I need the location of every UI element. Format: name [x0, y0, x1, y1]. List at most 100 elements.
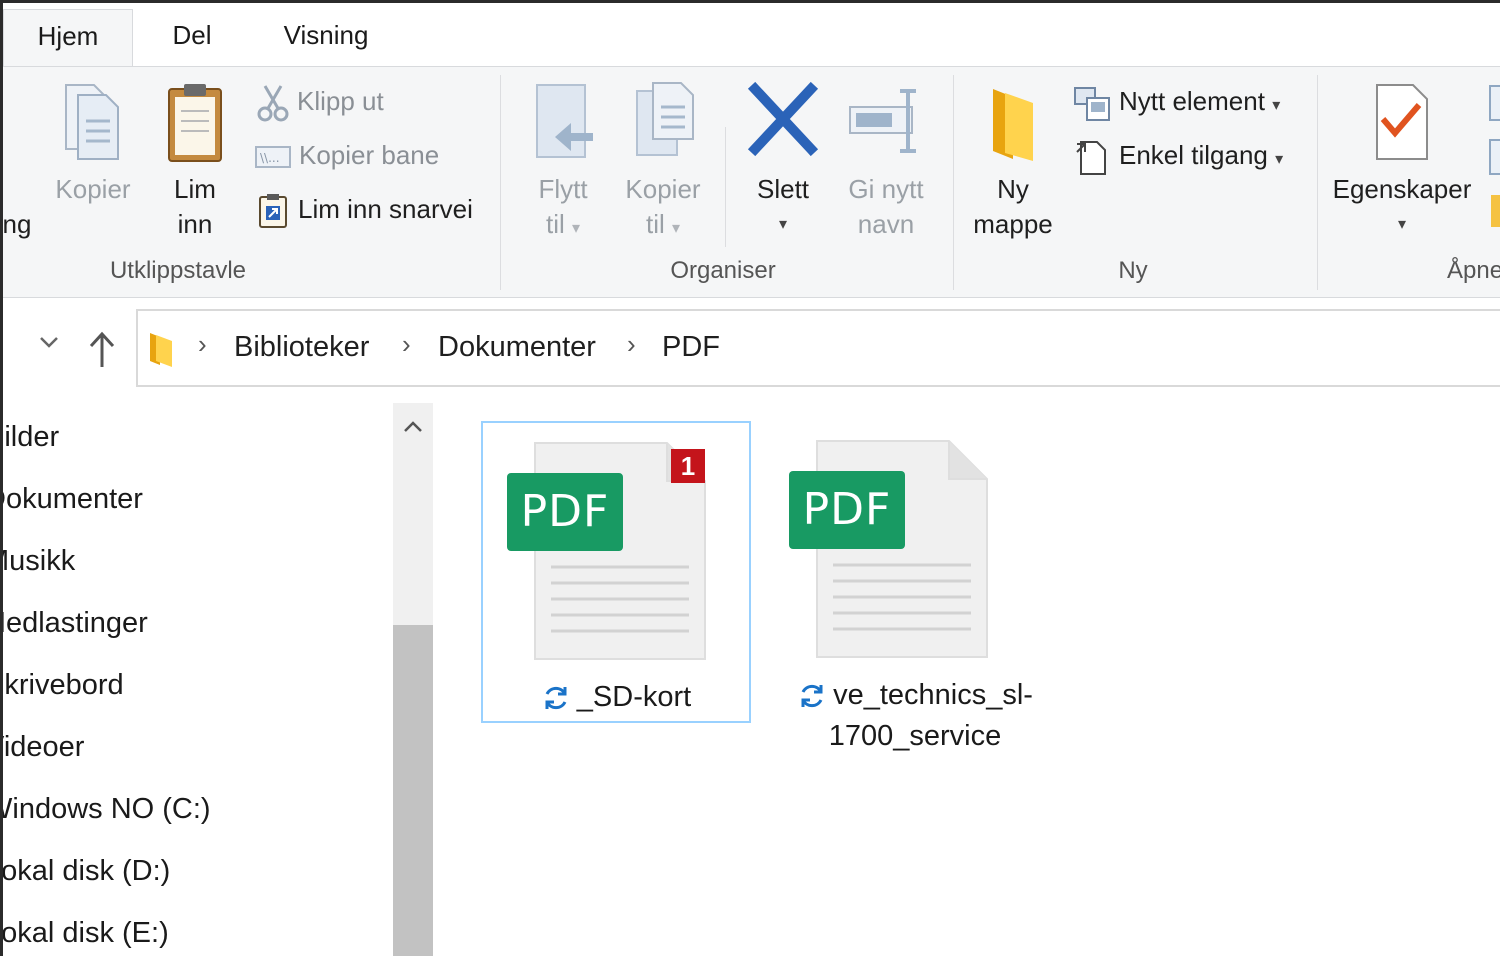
chevron-down-icon: ▾: [1272, 97, 1281, 114]
sidebar-item-drive-c[interactable]: Windows NO (C:): [3, 793, 211, 826]
tab-share[interactable]: Del: [151, 9, 233, 67]
scrollbar-thumb[interactable]: [393, 625, 433, 956]
group-divider: [953, 75, 954, 290]
copy-to-label-text: til: [645, 209, 665, 239]
rename-icon: [849, 89, 916, 153]
file-list-view: PDF 1 _SD-kort PDF ve_technics_sl- 1700_…: [435, 401, 1500, 956]
move-to-label-line1: Flytt: [538, 174, 588, 204]
move-to-icon: [536, 84, 593, 158]
rename-button[interactable]: Gi nytt navn: [838, 79, 934, 242]
chevron-down-icon: ▾: [671, 220, 681, 237]
delete-button[interactable]: Slett ▾: [743, 79, 823, 242]
paste-shortcut-label: Lim inn snarvei: [298, 194, 473, 224]
move-to-label-line2: til ▾: [523, 207, 603, 246]
new-folder-label-line1: Ny: [997, 174, 1029, 204]
sync-icon: [801, 685, 823, 708]
edit-icon[interactable]: [1489, 139, 1500, 175]
tab-view[interactable]: Visning: [265, 9, 387, 67]
breadcrumb-pdf[interactable]: PDF: [662, 331, 720, 364]
pdf-file-badge: PDF: [507, 473, 623, 551]
pin-button-partial[interactable]: ng: [2, 207, 37, 242]
properties-label: Egenskaper: [1332, 174, 1472, 204]
open-icon[interactable]: [1489, 85, 1500, 121]
paste-shortcut-button[interactable]: Lim inn snarvei: [258, 191, 473, 229]
move-to-label-text: til: [545, 209, 565, 239]
file-name-text-line1: ve_technics_sl-: [833, 679, 1033, 711]
file-name: _SD-kort: [483, 677, 749, 718]
up-button[interactable]: [87, 329, 117, 374]
ribbon: ng Kopier Lim inn Klipp ut \\... Kopier …: [3, 66, 1500, 298]
sidebar-item-desktop[interactable]: Skrivebord: [3, 669, 124, 702]
new-folder-button[interactable]: Ny mappe: [963, 79, 1063, 242]
new-group-label: Ny: [1118, 257, 1148, 284]
cut-button[interactable]: Klipp ut: [257, 83, 384, 122]
breadcrumb-libraries[interactable]: Biblioteker: [234, 331, 369, 364]
sidebar-item-drive-e[interactable]: Lokal disk (E:): [3, 917, 169, 950]
clipboard-icon: [168, 84, 222, 162]
tab-home[interactable]: Hjem: [3, 9, 133, 67]
easy-access-label: Enkel tilgang: [1119, 140, 1268, 170]
file-name-text: _SD-kort: [576, 681, 692, 713]
breadcrumb-separator: ›: [402, 329, 411, 359]
history-icon[interactable]: [1491, 195, 1500, 227]
organize-group-label: Organiser: [670, 257, 776, 284]
copy-to-icon: [636, 82, 694, 156]
paste-button[interactable]: Lim inn: [155, 79, 235, 242]
chevron-down-icon: [40, 337, 58, 348]
properties-check-icon: [1376, 84, 1428, 160]
sidebar-scrollbar[interactable]: [393, 403, 433, 956]
chevron-down-icon: ▾: [1275, 151, 1284, 168]
rename-label-line1: Gi nytt: [848, 174, 924, 204]
properties-button[interactable]: Egenskaper ▾: [1327, 79, 1477, 242]
recent-locations-button[interactable]: [37, 333, 61, 356]
breadcrumb-separator: ›: [198, 329, 207, 359]
file-item[interactable]: PDF ve_technics_sl- 1700_service: [765, 421, 1065, 781]
copy-to-label-line2: til ▾: [618, 207, 708, 246]
file-item[interactable]: PDF 1 _SD-kort: [481, 421, 751, 723]
file-explorer-window: Hjem Del Visning ng Kopier Lim inn Klipp…: [0, 0, 1500, 956]
new-item-label: Nytt element: [1119, 86, 1265, 116]
cut-label: Klipp ut: [297, 86, 384, 116]
sidebar-item-music[interactable]: Musikk: [3, 545, 75, 578]
folder-icon: [993, 89, 1033, 161]
move-to-button[interactable]: Flytt til ▾: [523, 79, 603, 246]
sidebar-item-drive-d[interactable]: Lokal disk (D:): [3, 855, 170, 888]
open-group-label: Åpne: [1447, 257, 1500, 284]
chevron-down-icon: ▾: [571, 220, 581, 237]
sidebar-item-downloads[interactable]: Nedlastinger: [3, 607, 148, 640]
copy-path-label: Kopier bane: [299, 140, 440, 170]
easy-access-icon: [1076, 141, 1106, 176]
delete-x-icon: [747, 81, 819, 157]
address-bar[interactable]: › Biblioteker › Dokumenter › PDF: [136, 309, 1500, 387]
file-name-text-line2: 1700_service: [828, 720, 1002, 752]
easy-access-button[interactable]: Enkel tilgang ▾: [1075, 137, 1284, 176]
paste-label-line1: Lim: [174, 174, 216, 204]
pin-label: ng: [2, 209, 32, 239]
file-name-line1: ve_technics_sl-: [765, 675, 1065, 716]
sidebar-item-documents[interactable]: Dokumenter: [3, 483, 143, 516]
copy-path-button[interactable]: \\... Kopier bane: [255, 137, 439, 173]
delete-label: Slett: [756, 174, 810, 204]
navigation-bar: › Biblioteker › Dokumenter › PDF: [3, 299, 1500, 399]
group-subdivider: [725, 127, 726, 247]
new-item-icon: [1074, 87, 1110, 122]
arrow-up-icon: [89, 331, 115, 367]
clipboard-group-label: Utklippstavle: [109, 257, 247, 284]
sidebar-item-pictures[interactable]: Bilder: [3, 421, 59, 454]
sidebar-item-videos[interactable]: Videoer: [3, 731, 84, 764]
group-divider: [1317, 75, 1318, 290]
ribbon-tab-bar: Hjem Del Visning: [3, 3, 1500, 67]
paste-label-line2: inn: [177, 209, 213, 239]
svg-text:\\...: \\...: [260, 151, 280, 165]
scroll-up-button[interactable]: [393, 403, 433, 447]
copy-button[interactable]: Kopier: [43, 79, 143, 207]
new-folder-label-line2: mappe: [973, 209, 1053, 239]
copy-to-button[interactable]: Kopier til ▾: [618, 79, 708, 246]
breadcrumb-documents[interactable]: Dokumenter: [438, 331, 596, 364]
new-item-button[interactable]: Nytt element ▾: [1073, 83, 1281, 122]
chevron-down-icon: ▾: [778, 216, 788, 233]
navigation-pane: Bilder Dokumenter Musikk Nedlastinger Sk…: [3, 401, 395, 956]
paste-shortcut-icon: [259, 194, 287, 229]
copy-path-icon: \\...: [255, 146, 291, 169]
chevron-up-icon: [404, 421, 422, 432]
